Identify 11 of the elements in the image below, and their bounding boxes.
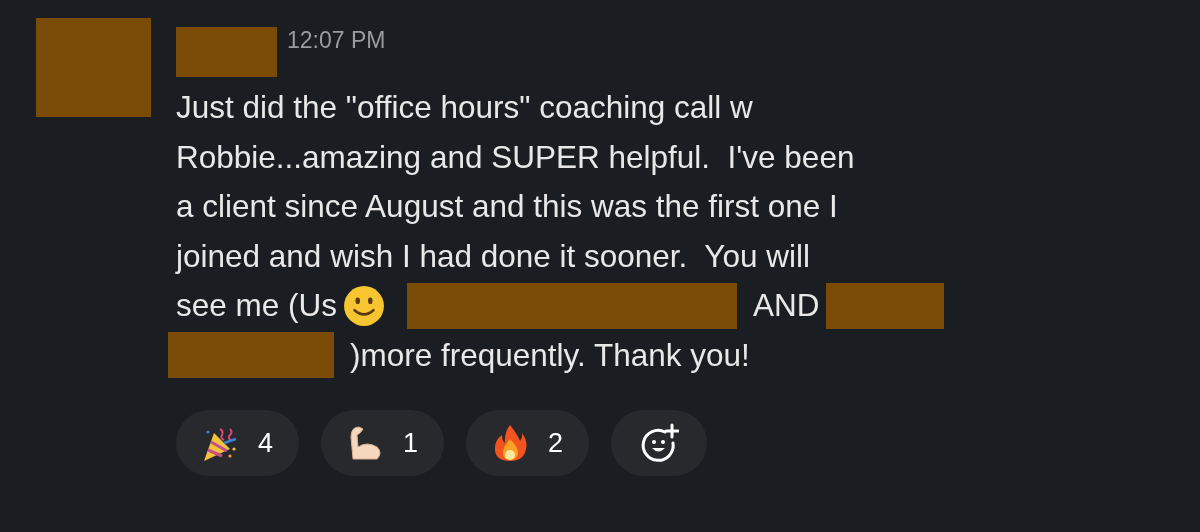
reaction-button[interactable]: 4 [176, 410, 300, 476]
message-text: see me (Us [176, 287, 338, 325]
timestamp[interactable]: 12:07 PM [287, 27, 386, 54]
reaction-button[interactable]: 1 [321, 410, 445, 476]
message-text: )more frequently. Thank you! [350, 336, 750, 374]
message-text: Robbie...amazing and SUPER helpful. I've been [176, 138, 855, 176]
message-text: joined and wish I had done it sooner. You will [176, 237, 810, 275]
message-text: a client since August and this was the first one I [176, 188, 838, 226]
message-text: AND [753, 287, 820, 325]
message-text: Just did the "office hours" coaching call w [176, 89, 753, 127]
reaction-button[interactable]: 2 [466, 410, 590, 476]
